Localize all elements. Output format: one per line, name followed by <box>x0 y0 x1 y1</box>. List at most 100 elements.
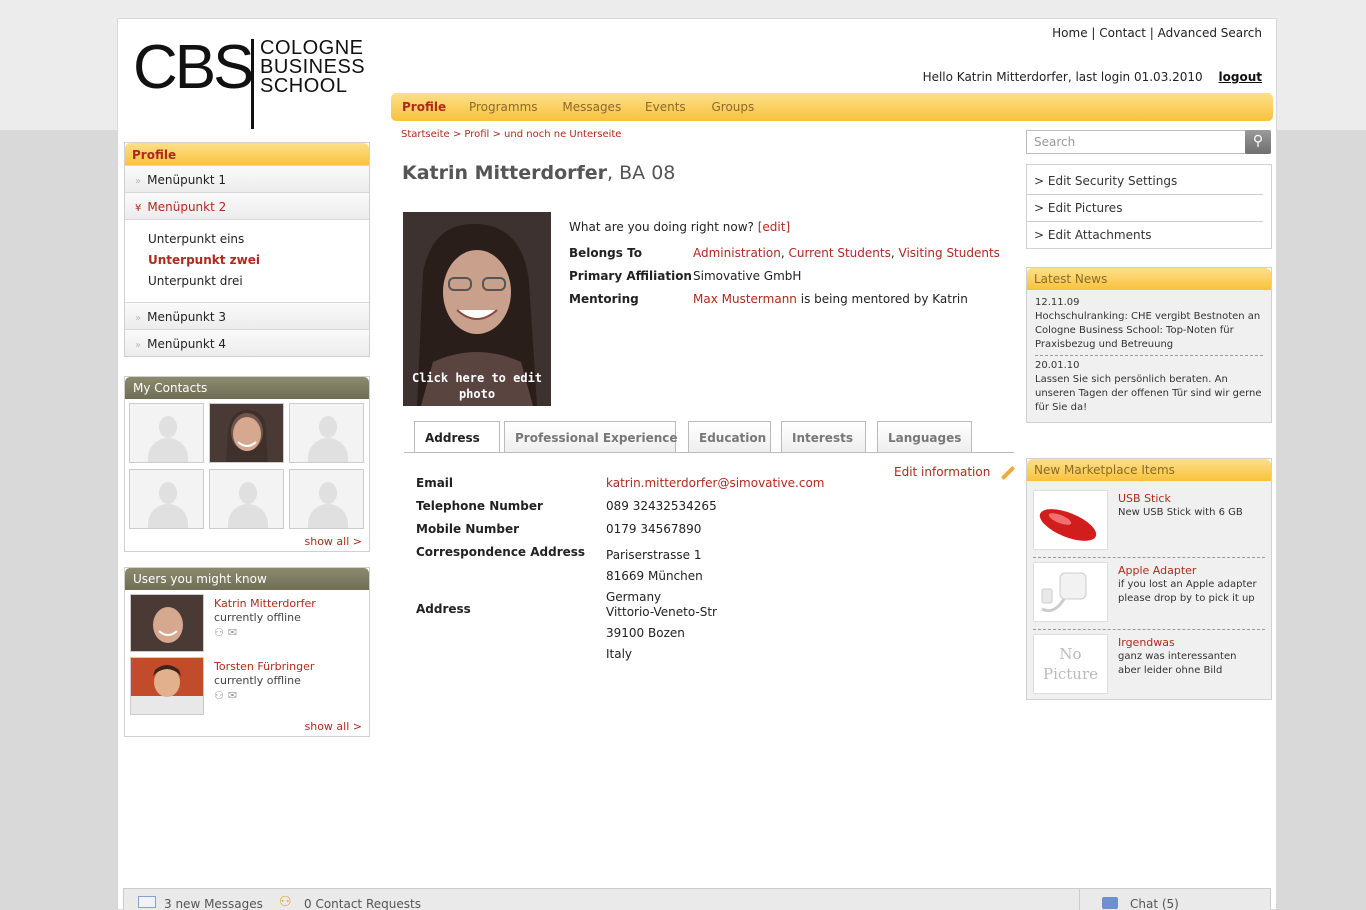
add-contact-and-message-icons[interactable]: ⚇✉ <box>214 689 241 702</box>
logo-words: COLOGNE BUSINESS SCHOOL <box>260 38 365 97</box>
breadcrumb[interactable]: Startseite > Profil > und noch ne Unters… <box>401 129 621 140</box>
marketplace-item-desc: ganz was interessanten aber leider ohne … <box>1118 651 1237 676</box>
contact-thumb[interactable] <box>129 403 204 463</box>
logo-divider <box>251 39 254 129</box>
marketplace-item-desc: if you lost an Apple adapter please drop… <box>1118 579 1257 604</box>
mentoring-label: Mentoring <box>569 292 639 306</box>
edit-pictures-link[interactable]: > Edit Pictures <box>1027 195 1263 222</box>
edit-attachments-link[interactable]: > Edit Attachments <box>1027 222 1263 248</box>
marketplace-item-title[interactable]: Irgendwas <box>1118 636 1175 649</box>
group-link[interactable]: Administration <box>693 246 781 260</box>
submenu: Unterpunkt eins Unterpunkt zwei Unterpun… <box>125 219 369 302</box>
status-edit-link[interactable]: [edit] <box>758 220 790 234</box>
suggest-show-all[interactable]: show all > <box>125 716 369 736</box>
mobile-value: 0179 34567890 <box>606 522 702 536</box>
group-link[interactable]: Visiting Students <box>899 246 1000 260</box>
apple-adapter-image <box>1033 562 1108 622</box>
photo-caption: Click here to edit photo <box>411 371 543 401</box>
sidebar-item-label: Menüpunkt 4 <box>147 337 227 351</box>
new-messages-link[interactable]: 3 new Messages <box>164 897 263 910</box>
contact-thumb[interactable] <box>209 469 284 529</box>
nav-messages[interactable]: Messages <box>562 100 621 114</box>
sidebar-item-label: Menüpunkt 2 <box>147 200 227 214</box>
subitem-2[interactable]: Unterpunkt zwei <box>148 250 346 271</box>
tab-interests[interactable]: Interests <box>781 421 866 452</box>
tab-address[interactable]: Address <box>414 421 500 453</box>
marketplace-item-title[interactable]: USB Stick <box>1118 492 1171 505</box>
news-date: 20.01.10 <box>1035 360 1080 371</box>
correspondence-label: Correspondence Address <box>416 545 586 559</box>
search-icon: ⚲ <box>1252 133 1264 149</box>
latest-news-box: Latest News 12.11.09 Hochschulranking: C… <box>1026 267 1272 423</box>
email-label: Email <box>416 476 454 490</box>
contact-thumb-photo[interactable] <box>209 403 284 463</box>
marketplace-item-desc: New USB Stick with 6 GB <box>1118 507 1243 518</box>
suggested-user-status: currently offline <box>214 674 301 687</box>
contact-thumb[interactable] <box>289 403 364 463</box>
news-text[interactable]: Lassen Sie sich persönlich beraten. An u… <box>1035 373 1263 415</box>
marketplace-item[interactable]: No Picture Irgendwas ganz was interessan… <box>1033 630 1265 694</box>
logo-abbr: CBS <box>133 33 254 102</box>
nav-groups[interactable]: Groups <box>712 100 755 114</box>
mentoring-value: Max Mustermann is being mentored by Katr… <box>693 292 968 306</box>
avatar[interactable] <box>130 657 204 715</box>
news-text[interactable]: Hochschulranking: CHE vergibt Bestnoten … <box>1035 310 1263 352</box>
chevron-right-icon: » <box>135 313 142 324</box>
no-picture-placeholder: No Picture <box>1033 634 1108 694</box>
top-sep: | <box>1091 26 1096 40</box>
sidebar-item-1[interactable]: » Menüpunkt 1 <box>125 165 369 192</box>
tab-professional-experience[interactable]: Professional Experience <box>504 421 678 452</box>
correspondence-value: Pariserstrasse 1 81669 München Germany <box>606 548 703 604</box>
nav-events[interactable]: Events <box>645 100 686 114</box>
add-contact-and-message-icons[interactable]: ⚇✉ <box>214 626 241 639</box>
marketplace-item-title[interactable]: Apple Adapter <box>1118 564 1196 577</box>
subitem-3[interactable]: Unterpunkt drei <box>148 271 346 292</box>
nav-programms[interactable]: Programms <box>469 100 538 114</box>
profile-suffix: , BA 08 <box>607 162 676 184</box>
nav-profile[interactable]: Profile <box>402 100 446 114</box>
contact-thumb[interactable] <box>129 469 204 529</box>
suggested-user-name[interactable]: Torsten Fürbringer <box>214 660 314 673</box>
email-value[interactable]: katrin.mitterdorfer@simovative.com <box>606 476 825 490</box>
marketplace-title: New Marketplace Items <box>1027 459 1271 481</box>
avatar[interactable] <box>130 594 204 652</box>
contacts-show-all[interactable]: show all > <box>125 531 369 551</box>
edit-security-settings-link[interactable]: > Edit Security Settings <box>1027 168 1263 195</box>
mentor-link[interactable]: Max Mustermann <box>693 292 797 306</box>
marketplace-item[interactable]: USB Stick New USB Stick with 6 GB <box>1033 486 1265 558</box>
subitem-1[interactable]: Unterpunkt eins <box>148 229 346 250</box>
home-link[interactable]: Home <box>1052 26 1087 40</box>
news-list: 12.11.09 Hochschulranking: CHE vergibt B… <box>1027 290 1271 422</box>
contact-thumb[interactable] <box>289 469 364 529</box>
search-input[interactable]: Search <box>1026 130 1246 154</box>
profile-photo[interactable]: Click here to edit photo <box>403 212 551 406</box>
sidebar-item-4[interactable]: » Menüpunkt 4 <box>125 329 369 356</box>
marketplace-item[interactable]: Apple Adapter if you lost an Apple adapt… <box>1033 558 1265 630</box>
sidebar-item-3[interactable]: » Menüpunkt 3 <box>125 302 369 329</box>
profile-menu-title: Profile <box>125 143 369 165</box>
logo-line-3: SCHOOL <box>260 75 348 97</box>
address-label: Address <box>416 602 471 616</box>
logout-link[interactable]: logout <box>1219 70 1262 84</box>
cbs-logo[interactable]: CBS COLOGNE BUSINESS SCHOOL <box>133 37 373 129</box>
search-button[interactable]: ⚲ <box>1245 130 1271 154</box>
page-title: Katrin Mitterdorfer, BA 08 <box>402 162 675 184</box>
advanced-search-link[interactable]: Advanced Search <box>1158 26 1262 40</box>
telephone-value: 089 32432534265 <box>606 499 717 513</box>
group-link[interactable]: Current Students <box>788 246 890 260</box>
status-line: What are you doing right now? [edit] <box>569 220 790 234</box>
chat-link[interactable]: Chat (5) <box>1130 897 1179 910</box>
my-contacts-title: My Contacts <box>125 377 369 399</box>
edit-information-button[interactable]: Edit information <box>894 465 1016 480</box>
user-greeting-bar: Hello Katrin Mitterdorfer, last login 01… <box>923 70 1262 84</box>
contact-link[interactable]: Contact <box>1099 26 1146 40</box>
suggested-user-name[interactable]: Katrin Mitterdorfer <box>214 597 316 610</box>
address-value: Vittorio-Veneto-Str 39100 Bozen Italy <box>606 605 717 661</box>
tab-education[interactable]: Education <box>688 421 771 452</box>
chevron-down-icon: ¥ <box>135 203 142 214</box>
contact-requests-link[interactable]: 0 Contact Requests <box>304 897 421 910</box>
tab-languages[interactable]: Languages <box>877 421 972 452</box>
marketplace-list: USB Stick New USB Stick with 6 GB Apple … <box>1027 481 1271 699</box>
users-you-might-know-title: Users you might know <box>125 568 369 590</box>
sidebar-item-2[interactable]: ¥ Menüpunkt 2 <box>125 192 369 219</box>
